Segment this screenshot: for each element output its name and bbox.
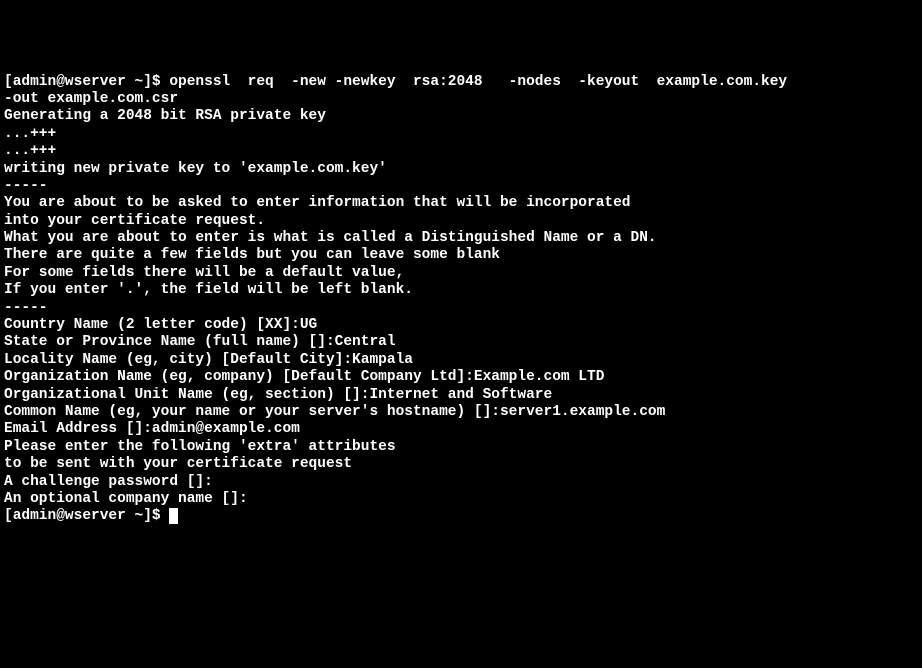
output-line: What you are about to enter is what is c… xyxy=(4,230,918,247)
shell-prompt: [admin@wserver ~]$ xyxy=(4,74,169,90)
output-line: Please enter the following 'extra' attri… xyxy=(4,439,918,456)
output-line: ----- xyxy=(4,178,918,195)
output-line: State or Province Name (full name) []:Ce… xyxy=(4,334,918,351)
terminal-window[interactable]: [admin@wserver ~]$ openssl req -new -new… xyxy=(4,74,918,581)
command-line-1: [admin@wserver ~]$ openssl req -new -new… xyxy=(4,74,918,91)
shell-prompt: [admin@wserver ~]$ xyxy=(4,508,169,524)
output-line: ----- xyxy=(4,300,918,317)
output-line: to be sent with your certificate request xyxy=(4,456,918,473)
output-line: Common Name (eg, your name or your serve… xyxy=(4,404,918,421)
command-text-1: openssl req -new -newkey rsa:2048 -nodes… xyxy=(169,74,787,90)
prompt-line-2[interactable]: [admin@wserver ~]$ xyxy=(4,508,918,525)
output-line: into your certificate request. xyxy=(4,213,918,230)
output-line: Country Name (2 letter code) [XX]:UG xyxy=(4,317,918,334)
cursor-icon xyxy=(169,508,178,524)
output-line: For some fields there will be a default … xyxy=(4,265,918,282)
command-line-2: -out example.com.csr xyxy=(4,91,918,108)
output-line: Generating a 2048 bit RSA private key xyxy=(4,108,918,125)
output-line: An optional company name []: xyxy=(4,491,918,508)
output-line: Organizational Unit Name (eg, section) [… xyxy=(4,387,918,404)
output-line: There are quite a few fields but you can… xyxy=(4,247,918,264)
output-line: ...+++ xyxy=(4,126,918,143)
output-line: A challenge password []: xyxy=(4,474,918,491)
output-line: writing new private key to 'example.com.… xyxy=(4,161,918,178)
output-line: You are about to be asked to enter infor… xyxy=(4,195,918,212)
output-line: Locality Name (eg, city) [Default City]:… xyxy=(4,352,918,369)
output-line: ...+++ xyxy=(4,143,918,160)
output-line: Organization Name (eg, company) [Default… xyxy=(4,369,918,386)
output-line: Email Address []:admin@example.com xyxy=(4,421,918,438)
output-line: If you enter '.', the field will be left… xyxy=(4,282,918,299)
